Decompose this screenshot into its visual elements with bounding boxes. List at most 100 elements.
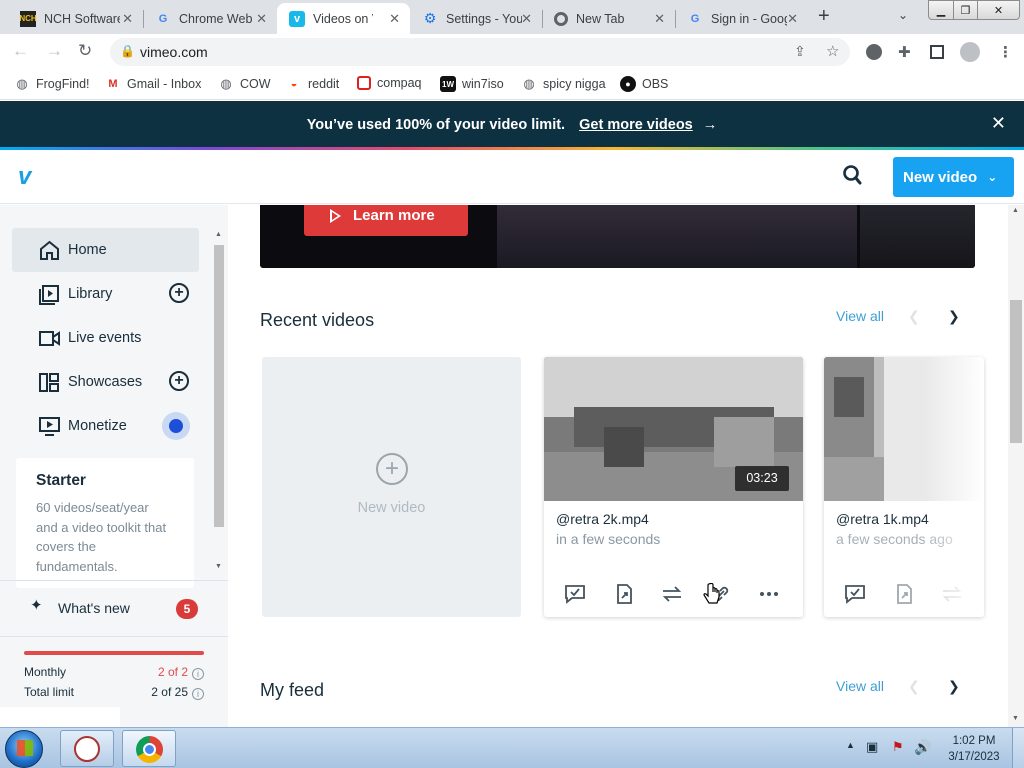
sidebar-item-label: Showcases: [68, 374, 143, 390]
new-tab-button[interactable]: +: [818, 5, 830, 28]
network-icon[interactable]: ▣: [866, 739, 878, 755]
taskbar-app-item[interactable]: [60, 730, 114, 767]
address-bar[interactable]: 🔒 vimeo.com ⇪ ☆: [110, 38, 850, 66]
sidebar-item-home[interactable]: Home: [12, 228, 199, 272]
info-icon[interactable]: i: [192, 668, 204, 680]
main-scrollbar[interactable]: ▲ ▼: [1008, 205, 1024, 727]
close-tab-icon[interactable]: ✕: [654, 11, 665, 27]
sidebar-item-label: Library: [68, 286, 113, 302]
close-tab-icon[interactable]: ✕: [389, 11, 400, 27]
chevron-right-icon[interactable]: ❯: [948, 308, 960, 325]
close-window-button[interactable]: ✕: [977, 0, 1020, 20]
search-icon[interactable]: [842, 164, 864, 188]
scroll-up-icon[interactable]: ▲: [1012, 207, 1019, 214]
bookmark-obs[interactable]: ● OBS: [620, 76, 668, 92]
scroll-down-icon[interactable]: ▼: [1012, 715, 1019, 722]
forward-icon[interactable]: →: [46, 41, 63, 61]
side-panel-icon[interactable]: [930, 45, 944, 59]
chevron-left-icon[interactable]: ❮: [908, 678, 920, 695]
sidebar-scrollbar[interactable]: ▲ ▼: [213, 231, 225, 571]
bookmark-compaq[interactable]: compaq: [357, 76, 421, 90]
share-icon[interactable]: [613, 583, 635, 605]
taskbar-chrome-item[interactable]: [122, 730, 176, 767]
menu-icon[interactable]: ⋮: [998, 43, 1013, 61]
tab-settings[interactable]: ⚙ Settings - YouTube ✕: [410, 3, 542, 34]
video-title[interactable]: @retra 1k.mp4: [836, 511, 929, 527]
start-button[interactable]: [5, 730, 43, 768]
minimize-button[interactable]: ▁: [928, 0, 954, 20]
bookmark-spicy[interactable]: ◍ spicy nigga: [521, 76, 605, 92]
whats-new-item[interactable]: ✦ What's new 5: [0, 580, 228, 635]
chevron-left-icon[interactable]: ❮: [908, 308, 920, 325]
review-icon[interactable]: [844, 583, 866, 605]
bookmarks-bar: ◍ FrogFind! M Gmail - Inbox ◍ COW ◒ redd…: [0, 70, 1024, 100]
replace-icon[interactable]: [661, 583, 683, 605]
sidebar-item-library[interactable]: Library +: [12, 272, 199, 316]
chevron-right-icon[interactable]: ❯: [948, 678, 960, 695]
puzzle-icon[interactable]: ✚: [898, 43, 911, 61]
tab-vimeo[interactable]: v Videos on Vimeo ✕: [277, 3, 410, 34]
new-video-card[interactable]: + New video: [262, 357, 521, 617]
reload-icon[interactable]: ↻: [78, 41, 92, 61]
close-tab-icon[interactable]: ✕: [521, 11, 532, 27]
feed-view-all-link[interactable]: View all: [836, 678, 884, 694]
action-center-icon[interactable]: ⚑: [892, 739, 904, 755]
video-timestamp: in a few seconds: [556, 531, 661, 547]
close-tab-icon[interactable]: ✕: [122, 11, 133, 27]
bookmark-cow[interactable]: ◍ COW: [218, 76, 270, 92]
lock-icon[interactable]: 🔒: [120, 44, 135, 58]
info-icon[interactable]: i: [192, 688, 204, 700]
bookmark-frogfind[interactable]: ◍ FrogFind!: [14, 76, 89, 92]
show-desktop-button[interactable]: [1012, 728, 1024, 768]
tray-expand-icon[interactable]: ▲: [846, 740, 855, 750]
video-card[interactable]: 03:23 @retra 2k.mp4 in a few seconds: [544, 357, 803, 617]
bookmark-gmail[interactable]: M Gmail - Inbox: [105, 76, 201, 92]
arrow-right-icon[interactable]: →: [703, 117, 718, 133]
recent-view-all-link[interactable]: View all: [836, 308, 884, 324]
new-video-button[interactable]: New video ⌄: [893, 157, 1014, 197]
more-options-icon[interactable]: [758, 583, 780, 605]
share-icon[interactable]: ⇪: [794, 43, 806, 60]
sidebar-item-live-events[interactable]: Live events: [12, 316, 199, 360]
scrollbar-thumb[interactable]: [214, 245, 224, 527]
learn-more-button[interactable]: Learn more: [304, 205, 468, 236]
sidebar: Home Library + Live events Showcases + M…: [0, 205, 228, 727]
maximize-button[interactable]: ❐: [953, 0, 978, 20]
get-more-videos-link[interactable]: Get more videos: [579, 117, 693, 133]
system-clock[interactable]: 1:02 PM 3/17/2023: [946, 733, 1002, 765]
extension-icon[interactable]: [866, 44, 882, 60]
tab-sign-in[interactable]: G Sign in - Google ✕: [675, 3, 808, 34]
tab-chrome-web-store[interactable]: G Chrome Web Store ✕: [143, 3, 277, 34]
tab-title: Sign in - Google: [711, 11, 787, 26]
share-icon[interactable]: [893, 583, 915, 605]
scrollbar-thumb[interactable]: [1010, 300, 1022, 443]
tab-title: New Tab: [576, 11, 625, 26]
bookmark-reddit[interactable]: ◒ reddit: [286, 76, 340, 92]
close-tab-icon[interactable]: ✕: [787, 11, 798, 27]
monthly-value: 2 of 2: [157, 665, 188, 679]
windows-taskbar: ▲ ▣ ⚑ 🔊 1:02 PM 3/17/2023: [0, 727, 1024, 768]
volume-icon[interactable]: 🔊: [914, 739, 931, 756]
sidebar-item-showcases[interactable]: Showcases +: [12, 360, 199, 404]
add-library-icon[interactable]: +: [169, 283, 189, 303]
tab-new-tab[interactable]: New Tab ✕: [542, 3, 675, 34]
add-showcase-icon[interactable]: +: [169, 371, 189, 391]
tab-search-icon[interactable]: ⌄: [898, 8, 908, 22]
review-icon[interactable]: [564, 583, 586, 605]
close-tab-icon[interactable]: ✕: [256, 11, 267, 27]
gmail-icon: M: [108, 78, 118, 90]
close-icon[interactable]: ✕: [991, 113, 1006, 134]
profile-avatar[interactable]: [960, 42, 980, 62]
scroll-up-icon[interactable]: ▲: [215, 231, 222, 238]
scroll-down-icon[interactable]: ▼: [215, 563, 222, 570]
tab-nch[interactable]: NCH NCH Software ✕: [8, 3, 143, 34]
gear-icon: ⚙: [423, 10, 437, 26]
bookmark-star-icon[interactable]: ☆: [826, 42, 839, 60]
back-icon[interactable]: ←: [12, 41, 29, 61]
vimeo-logo[interactable]: v: [18, 163, 31, 191]
video-card[interactable]: @retra 1k.mp4 a few seconds ago: [824, 357, 984, 617]
sidebar-item-monetize[interactable]: Monetize: [12, 404, 199, 448]
new-video-label: New video: [903, 168, 978, 186]
bookmark-win7iso[interactable]: 1W win7iso: [440, 76, 504, 92]
video-title[interactable]: @retra 2k.mp4: [556, 511, 649, 527]
